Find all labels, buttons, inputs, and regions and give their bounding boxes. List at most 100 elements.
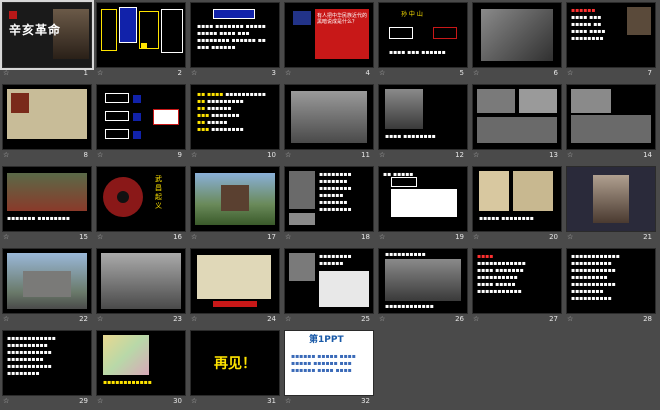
slide-thumbnail-10[interactable]: ▪▪ ▪▪▪▪ ▪▪▪▪▪▪▪▪▪▪ ▪▪ ▪▪▪▪▪▪▪▪▪ ▪▪ ▪▪▪▪▪▪ ▪… bbox=[188, 82, 282, 162]
star-icon[interactable]: ☆ bbox=[97, 315, 103, 323]
star-icon[interactable]: ☆ bbox=[285, 233, 291, 241]
star-icon[interactable]: ☆ bbox=[191, 397, 197, 405]
slide-number: 31 bbox=[267, 397, 276, 405]
star-icon[interactable]: ☆ bbox=[379, 315, 385, 323]
star-icon[interactable]: ☆ bbox=[473, 233, 479, 241]
star-icon[interactable]: ☆ bbox=[3, 233, 9, 241]
star-icon[interactable]: ☆ bbox=[285, 315, 291, 323]
slide-number: 21 bbox=[643, 233, 652, 241]
slide-title: 辛亥革命 bbox=[9, 23, 62, 37]
star-icon[interactable]: ☆ bbox=[3, 69, 9, 77]
star-icon[interactable]: ☆ bbox=[567, 151, 573, 159]
slide-thumbnail-2[interactable]: ☆ 2 bbox=[94, 0, 188, 80]
slide-number: 23 bbox=[173, 315, 182, 323]
slide-text: 再见！ bbox=[214, 356, 256, 372]
star-icon[interactable]: ☆ bbox=[191, 315, 197, 323]
slide-number: 11 bbox=[361, 151, 370, 159]
slide-thumbnail-21[interactable]: ☆ 21 bbox=[564, 164, 658, 244]
slide-thumbnail-32[interactable]: 第1PPT ▪▪▪▪▪▪ ▪▪▪▪▪ ▪▪▪▪ ▪▪▪▪▪ ▪▪▪▪▪▪ ▪▪▪ ▪… bbox=[282, 328, 376, 408]
star-icon[interactable]: ☆ bbox=[379, 233, 385, 241]
slide-thumbnail-5[interactable]: 孙 中 山 ▪▪▪▪ ▪▪▪ ▪▪▪▪▪▪ ☆ 5 bbox=[376, 0, 470, 80]
star-icon[interactable]: ☆ bbox=[567, 315, 573, 323]
slide-number: 1 bbox=[83, 69, 88, 77]
slide-number: 32 bbox=[361, 397, 370, 405]
slide-thumbnail-18[interactable]: ▪▪▪▪▪▪▪▪ ▪▪▪▪▪▪▪ ▪▪▪▪▪▪▪▪ ▪▪▪▪▪▪ ▪▪▪▪▪▪▪ ▪▪▪▪… bbox=[282, 164, 376, 244]
star-icon[interactable]: ☆ bbox=[285, 397, 291, 405]
star-icon[interactable]: ☆ bbox=[191, 69, 197, 77]
star-icon[interactable]: ☆ bbox=[285, 151, 291, 159]
slide-thumbnail-26[interactable]: ▪▪▪▪▪▪▪▪▪▪ ▪▪▪▪▪▪▪▪▪▪▪▪ ☆ 26 bbox=[376, 246, 470, 326]
star-icon[interactable]: ☆ bbox=[3, 397, 9, 405]
star-icon[interactable]: ☆ bbox=[191, 233, 197, 241]
star-icon[interactable]: ☆ bbox=[191, 151, 197, 159]
star-icon[interactable]: ☆ bbox=[379, 69, 385, 77]
slide-thumbnail-16[interactable]: 武昌起义 ☆ 16 bbox=[94, 164, 188, 244]
slide-number: 13 bbox=[549, 151, 558, 159]
slide-number: 20 bbox=[549, 233, 558, 241]
slide-thumbnail-27[interactable]: ▪▪▪▪ ▪▪▪▪▪▪▪▪▪▪▪▪ ▪▪▪▪ ▪▪▪▪▪▪▪ ▪▪▪▪▪▪▪▪▪▪ ▪▪… bbox=[470, 246, 564, 326]
slide-thumbnail-14[interactable]: ☆ 14 bbox=[564, 82, 658, 162]
slide-thumbnail-4[interactable]: 有人把中华民族近代的黑暗说成是什么？ ☆ 4 bbox=[282, 0, 376, 80]
slide-number: 12 bbox=[455, 151, 464, 159]
slide-thumbnail-30[interactable]: ▪▪▪▪▪▪▪▪▪▪▪▪ ☆ 30 bbox=[94, 328, 188, 408]
slide-number: 8 bbox=[83, 151, 88, 159]
star-icon[interactable]: ☆ bbox=[97, 397, 103, 405]
slide-number: 6 bbox=[553, 69, 558, 77]
star-icon[interactable]: ☆ bbox=[567, 233, 573, 241]
slide-thumbnail-6[interactable]: ☆ 6 bbox=[470, 0, 564, 80]
slide-number: 16 bbox=[173, 233, 182, 241]
slide-thumbnail-1[interactable]: 辛亥革命 ☆ 1 bbox=[0, 0, 94, 80]
slide-thumbnail-8[interactable]: ☆ 8 bbox=[0, 82, 94, 162]
slide-thumbnail-29[interactable]: ▪▪▪▪▪▪▪▪▪▪▪▪ ▪▪▪▪▪▪▪▪▪▪ ▪▪▪▪▪▪▪▪▪▪▪ ▪▪▪▪▪▪▪… bbox=[0, 328, 94, 408]
slide-thumbnail-3[interactable]: ▪▪▪▪ ▪▪▪▪▪▪▪ ▪▪▪▪▪ ▪▪▪▪▪ ▪▪▪▪ ▪▪▪ ▪▪▪▪▪▪▪▪… bbox=[188, 0, 282, 80]
slide-number: 18 bbox=[361, 233, 370, 241]
slide-number: 29 bbox=[79, 397, 88, 405]
star-icon[interactable]: ☆ bbox=[473, 151, 479, 159]
slide-number: 15 bbox=[79, 233, 88, 241]
slide-thumbnail-11[interactable]: ☆ 11 bbox=[282, 82, 376, 162]
slide-number: 17 bbox=[267, 233, 276, 241]
star-icon[interactable]: ☆ bbox=[97, 233, 103, 241]
star-icon[interactable]: ☆ bbox=[379, 151, 385, 159]
slide-thumbnail-25[interactable]: ▪▪▪▪▪▪▪▪ ▪▪▪▪▪▪ ☆ 25 bbox=[282, 246, 376, 326]
star-icon[interactable]: ☆ bbox=[97, 69, 103, 77]
slide-thumbnail-23[interactable]: ☆ 23 bbox=[94, 246, 188, 326]
slide-number: 14 bbox=[643, 151, 652, 159]
slide-number: 26 bbox=[455, 315, 464, 323]
slide-sorter-grid: 辛亥革命 ☆ 1 ☆ 2 ▪▪▪▪ ▪▪▪▪▪▪▪ ▪▪▪▪▪ ▪▪▪▪▪ ▪▪▪… bbox=[0, 0, 660, 410]
slide-thumbnail-24[interactable]: ☆ 24 bbox=[188, 246, 282, 326]
slide-thumbnail-19[interactable]: ▪▪ ▪▪▪▪▪ ☆ 19 bbox=[376, 164, 470, 244]
slide-number: 10 bbox=[267, 151, 276, 159]
slide-number: 19 bbox=[455, 233, 464, 241]
slide-number: 25 bbox=[361, 315, 370, 323]
slide-thumbnail-22[interactable]: ☆ 22 bbox=[0, 246, 94, 326]
red-seal-decoration bbox=[9, 11, 17, 19]
slide-number: 3 bbox=[271, 69, 276, 77]
slide-thumbnail-12[interactable]: ▪▪▪▪ ▪▪▪▪▪▪▪▪ ☆ 12 bbox=[376, 82, 470, 162]
slide-thumbnail-9[interactable]: ☆ 9 bbox=[94, 82, 188, 162]
slide-thumbnail-15[interactable]: ▪▪▪▪▪▪▪ ▪▪▪▪▪▪▪▪ ☆ 15 bbox=[0, 164, 94, 244]
slide-thumbnail-7[interactable]: ▪▪▪▪▪▪ ▪▪▪▪ ▪▪▪ ▪▪▪▪▪ ▪▪ ▪▪▪▪ ▪▪▪▪ ▪▪▪▪▪▪▪▪ … bbox=[564, 0, 658, 80]
slide-text: 武昌起义 bbox=[155, 175, 162, 210]
star-icon[interactable]: ☆ bbox=[97, 151, 103, 159]
star-icon[interactable]: ☆ bbox=[473, 315, 479, 323]
slide-thumbnail-20[interactable]: ▪▪▪▪▪ ▪▪▪▪▪▪▪▪ ☆ 20 bbox=[470, 164, 564, 244]
slide-thumbnail-17[interactable]: ☆ 17 bbox=[188, 164, 282, 244]
slide-number: 7 bbox=[647, 69, 652, 77]
star-icon[interactable]: ☆ bbox=[3, 315, 9, 323]
slide-number: 30 bbox=[173, 397, 182, 405]
star-icon[interactable]: ☆ bbox=[473, 69, 479, 77]
slide-thumbnail-13[interactable]: ☆ 13 bbox=[470, 82, 564, 162]
slide-text: 有人把中华民族近代的黑暗说成是什么？ bbox=[317, 13, 368, 25]
star-icon[interactable]: ☆ bbox=[3, 151, 9, 159]
slide-number: 22 bbox=[79, 315, 88, 323]
slide-thumbnail-31[interactable]: 再见！ ☆ 31 bbox=[188, 328, 282, 408]
slide-number: 4 bbox=[365, 69, 370, 77]
star-icon[interactable]: ☆ bbox=[285, 69, 291, 77]
slide-number: 27 bbox=[549, 315, 558, 323]
slide-number: 24 bbox=[267, 315, 276, 323]
star-icon[interactable]: ☆ bbox=[567, 69, 573, 77]
slide-number: 5 bbox=[459, 69, 464, 77]
slide-text: 孙 中 山 bbox=[401, 11, 423, 18]
slide-thumbnail-28[interactable]: ▪▪▪▪▪▪▪▪▪▪▪▪ ▪▪▪▪▪▪▪▪▪▪ ▪▪▪▪▪▪▪▪▪▪▪ ▪▪▪▪▪▪▪… bbox=[564, 246, 658, 326]
